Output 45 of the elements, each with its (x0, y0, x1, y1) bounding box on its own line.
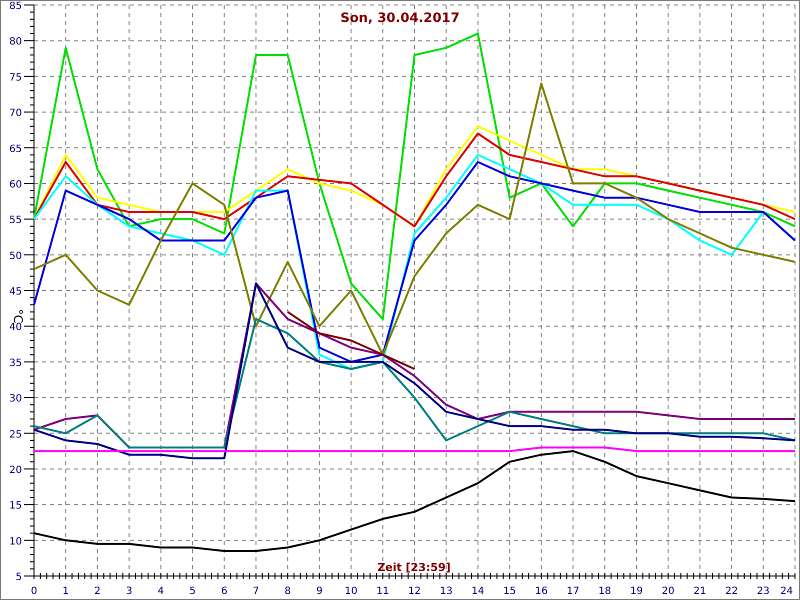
y-tick-label: 25 (9, 429, 22, 440)
x-tick-label: 5 (189, 586, 196, 597)
x-tick-label: 7 (252, 586, 260, 597)
y-tick-label: 50 (9, 250, 22, 262)
x-tick-label: 10 (344, 586, 358, 597)
x-tick-label: 18 (598, 586, 612, 597)
y-tick-label: 10 (9, 536, 22, 548)
x-tick-label: 2 (94, 586, 101, 597)
y-tick-label: 85 (9, 1, 22, 12)
x-tick-label: 11 (376, 586, 390, 597)
x-tick-label: 8 (284, 586, 291, 597)
x-tick-label: 19 (630, 586, 643, 597)
x-tick-label: 6 (221, 586, 228, 597)
y-axis-label: °C (11, 308, 25, 324)
y-tick-label: 75 (9, 72, 22, 84)
y-tick-label: 60 (9, 179, 22, 190)
y-tick-label: 55 (9, 215, 22, 226)
x-tick-label: 12 (408, 586, 421, 597)
x-tick-label: 3 (126, 586, 132, 597)
y-tick-label: 70 (9, 108, 22, 120)
x-tick-label: 16 (534, 586, 548, 597)
y-tick-label: 45 (9, 286, 22, 298)
x-tick-label: 22 (725, 586, 738, 597)
y-tick-label: 5 (16, 572, 22, 583)
x-tick-label: 4 (158, 586, 164, 597)
y-tick-label: 30 (9, 394, 22, 405)
x-tick-label: 20 (662, 586, 675, 597)
x-tick-label: 15 (503, 586, 516, 597)
x-tick-label: 21 (694, 586, 706, 597)
y-tick-label: 15 (9, 500, 22, 512)
x-tick-label: 13 (440, 586, 453, 597)
y-tick-label: 40 (9, 322, 22, 334)
x-tick-label: 9 (316, 586, 323, 597)
x-tick-label: 24 (780, 586, 793, 597)
x-tick-label: 14 (472, 586, 484, 597)
x-tick-label: 0 (30, 586, 38, 597)
y-tick-label: 35 (9, 358, 22, 369)
x-tick-label: 17 (566, 586, 580, 597)
x-tick-label: 1 (62, 586, 69, 597)
chart-title: Son, 30.04.2017 (340, 11, 460, 26)
y-tick-label: 80 (9, 36, 22, 48)
x-axis-label: Zeit [23:59] (377, 561, 451, 574)
y-tick-label: 65 (9, 144, 22, 155)
x-tick-label: 23 (756, 586, 770, 597)
y-tick-label: 20 (9, 464, 22, 476)
